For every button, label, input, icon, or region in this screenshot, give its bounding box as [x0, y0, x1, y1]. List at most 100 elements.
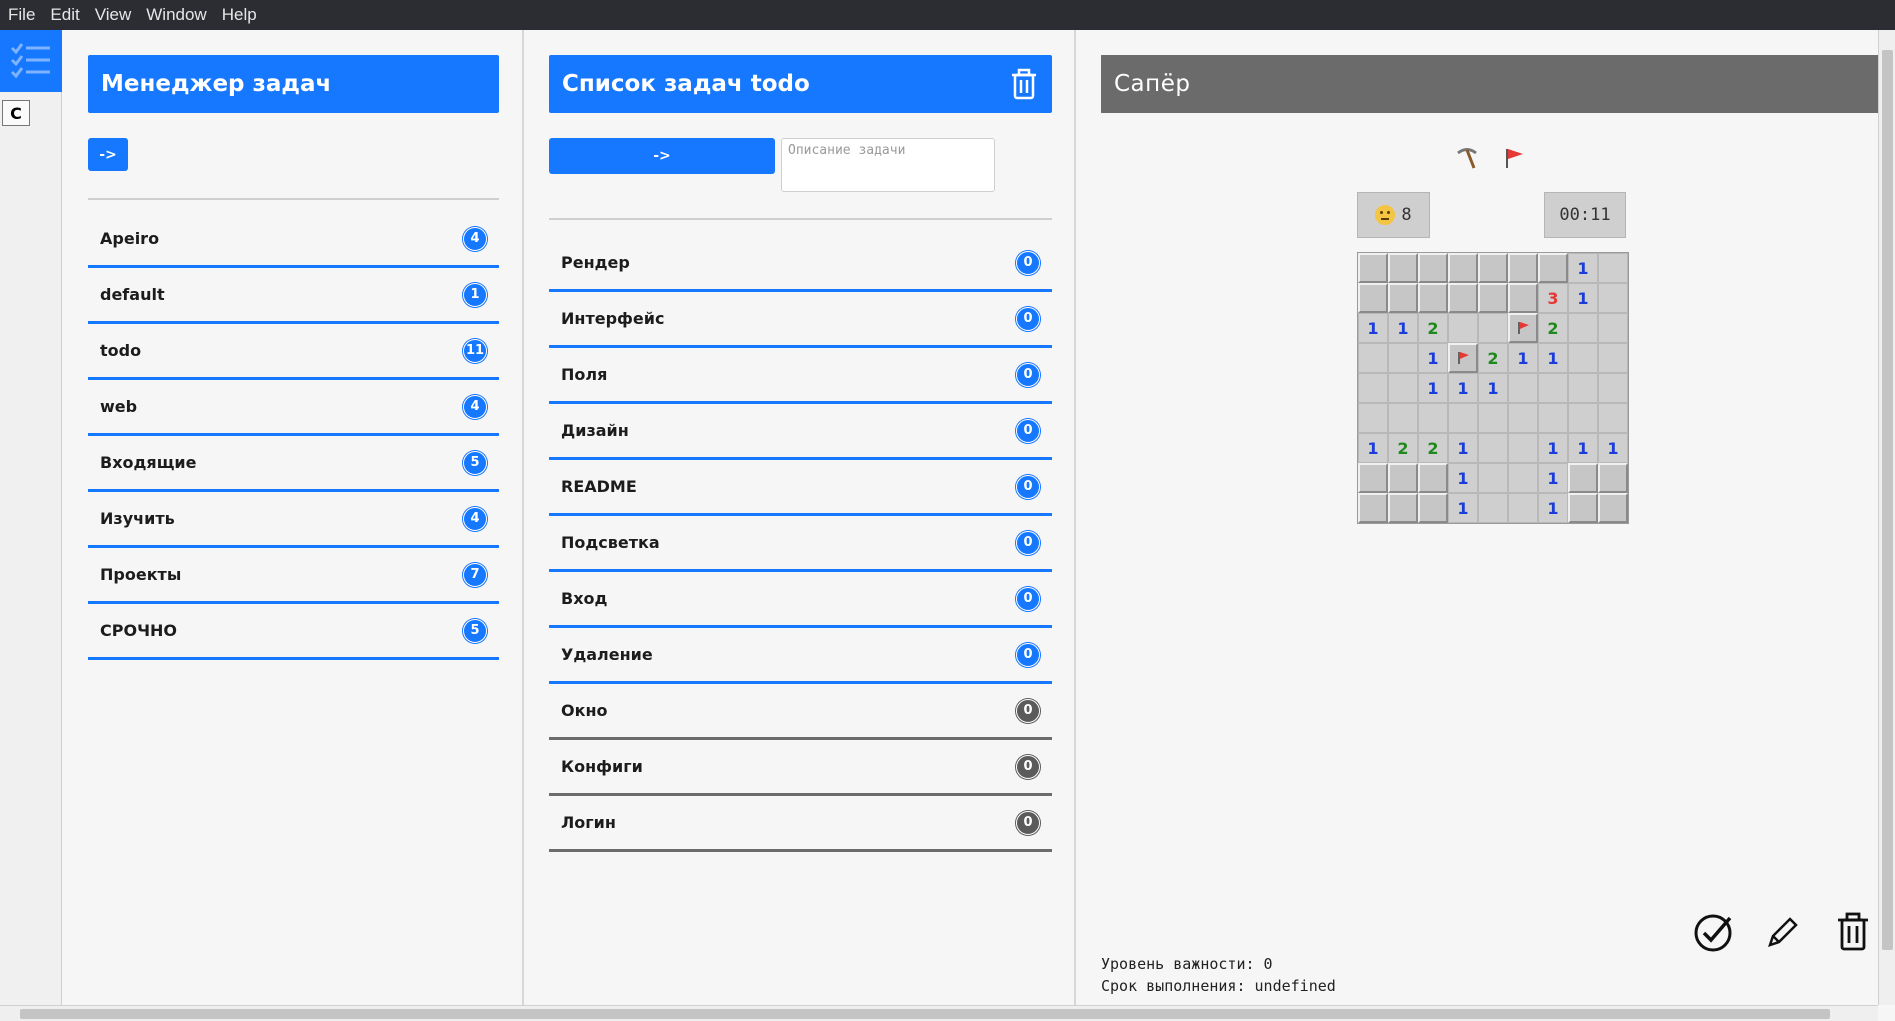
menu-help[interactable]: Help [214, 5, 264, 25]
board-cell-closed[interactable] [1478, 253, 1508, 283]
task-description-input[interactable] [781, 138, 995, 192]
board-cell[interactable] [1448, 403, 1478, 433]
board-cell[interactable]: 1 [1448, 463, 1478, 493]
manager-item[interactable]: Изучить 4 [88, 492, 499, 548]
board-cell-closed[interactable] [1538, 253, 1568, 283]
board-cell[interactable]: 1 [1388, 313, 1418, 343]
board-cell-closed[interactable] [1448, 253, 1478, 283]
board-cell[interactable] [1598, 313, 1628, 343]
board-cell[interactable]: 1 [1448, 433, 1478, 463]
board-cell[interactable]: 1 [1418, 373, 1448, 403]
board-cell-closed[interactable] [1358, 463, 1388, 493]
board-cell[interactable]: 1 [1448, 493, 1478, 523]
board-cell[interactable] [1478, 433, 1508, 463]
board-cell[interactable]: 2 [1418, 313, 1448, 343]
task-item[interactable]: Вход 0 [549, 572, 1052, 628]
manager-item[interactable]: Проекты 7 [88, 548, 499, 604]
board-cell[interactable] [1478, 403, 1508, 433]
flag-icon[interactable] [1502, 146, 1526, 176]
board-cell[interactable]: 1 [1358, 433, 1388, 463]
board-cell[interactable] [1508, 463, 1538, 493]
vertical-scrollbar[interactable] [1878, 30, 1895, 1005]
board-cell[interactable] [1568, 373, 1598, 403]
delete-icon[interactable] [1836, 912, 1870, 956]
board-cell[interactable]: 1 [1538, 343, 1568, 373]
task-item[interactable]: Поля 0 [549, 348, 1052, 404]
task-item[interactable]: Дизайн 0 [549, 404, 1052, 460]
board-cell[interactable]: 1 [1478, 373, 1508, 403]
board-cell[interactable] [1358, 403, 1388, 433]
manager-item[interactable]: web 4 [88, 380, 499, 436]
board-cell-closed[interactable] [1508, 283, 1538, 313]
face-icon[interactable] [1375, 205, 1396, 225]
task-item[interactable]: Конфиги 0 [549, 740, 1052, 796]
task-item[interactable]: Удаление 0 [549, 628, 1052, 684]
board-cell-closed[interactable] [1448, 283, 1478, 313]
board-cell-closed[interactable] [1478, 283, 1508, 313]
board-cell[interactable] [1358, 373, 1388, 403]
board-cell-closed[interactable] [1388, 283, 1418, 313]
board-cell[interactable] [1598, 373, 1628, 403]
board-cell-closed[interactable] [1598, 463, 1628, 493]
board-cell-closed[interactable] [1508, 253, 1538, 283]
board-cell-flag[interactable] [1448, 343, 1478, 373]
board-cell[interactable] [1508, 493, 1538, 523]
board-cell[interactable] [1478, 313, 1508, 343]
board-cell[interactable]: 2 [1538, 313, 1568, 343]
board-cell[interactable]: 2 [1418, 433, 1448, 463]
board-cell[interactable] [1508, 403, 1538, 433]
board-cell-closed[interactable] [1358, 253, 1388, 283]
manager-item[interactable]: СРОЧНО 5 [88, 604, 499, 660]
board-cell-closed[interactable] [1388, 463, 1418, 493]
task-item[interactable]: Логин 0 [549, 796, 1052, 852]
task-list-icon[interactable] [0, 30, 62, 92]
board-cell[interactable] [1568, 313, 1598, 343]
c-button[interactable]: C [2, 100, 30, 126]
board-cell[interactable] [1508, 433, 1538, 463]
board-cell-closed[interactable] [1568, 463, 1598, 493]
complete-icon[interactable] [1692, 912, 1734, 958]
task-item[interactable]: Подсветка 0 [549, 516, 1052, 572]
manager-arrow-button[interactable]: -> [88, 138, 128, 171]
board-cell[interactable] [1598, 283, 1628, 313]
board-cell-closed[interactable] [1418, 463, 1448, 493]
board-cell[interactable] [1598, 253, 1628, 283]
board-cell[interactable]: 1 [1598, 433, 1628, 463]
manager-item[interactable]: Входящие 5 [88, 436, 499, 492]
board-cell[interactable]: 2 [1478, 343, 1508, 373]
board-cell[interactable] [1358, 343, 1388, 373]
board-cell[interactable] [1478, 463, 1508, 493]
board-cell[interactable] [1598, 403, 1628, 433]
menu-edit[interactable]: Edit [42, 5, 86, 25]
board-cell[interactable] [1508, 373, 1538, 403]
board-cell[interactable] [1388, 343, 1418, 373]
board-cell[interactable]: 1 [1418, 343, 1448, 373]
board-cell[interactable] [1598, 343, 1628, 373]
manager-item[interactable]: todo 11 [88, 324, 499, 380]
board-cell[interactable] [1538, 403, 1568, 433]
board-cell-closed[interactable] [1418, 253, 1448, 283]
board-cell-closed[interactable] [1358, 283, 1388, 313]
manager-item[interactable]: Apeiro 4 [88, 212, 499, 268]
board-cell-closed[interactable] [1568, 493, 1598, 523]
board-cell[interactable] [1568, 403, 1598, 433]
task-item[interactable]: Окно 0 [549, 684, 1052, 740]
task-item[interactable]: README 0 [549, 460, 1052, 516]
board-cell[interactable] [1568, 343, 1598, 373]
board-cell-closed[interactable] [1388, 253, 1418, 283]
trash-icon[interactable] [1010, 68, 1038, 100]
board-cell[interactable]: 1 [1358, 313, 1388, 343]
board-cell[interactable] [1448, 313, 1478, 343]
board-cell[interactable]: 1 [1568, 433, 1598, 463]
board-cell[interactable] [1538, 373, 1568, 403]
task-item[interactable]: Рендер 0 [549, 236, 1052, 292]
add-task-button[interactable]: -> [549, 138, 775, 174]
task-item[interactable]: Интерфейс 0 [549, 292, 1052, 348]
edit-icon[interactable] [1764, 913, 1802, 955]
board-cell-closed[interactable] [1358, 493, 1388, 523]
board-cell[interactable]: 1 [1568, 283, 1598, 313]
board-cell[interactable] [1478, 493, 1508, 523]
board-cell-closed[interactable] [1598, 493, 1628, 523]
menu-view[interactable]: View [87, 5, 139, 25]
board-cell[interactable]: 1 [1538, 433, 1568, 463]
